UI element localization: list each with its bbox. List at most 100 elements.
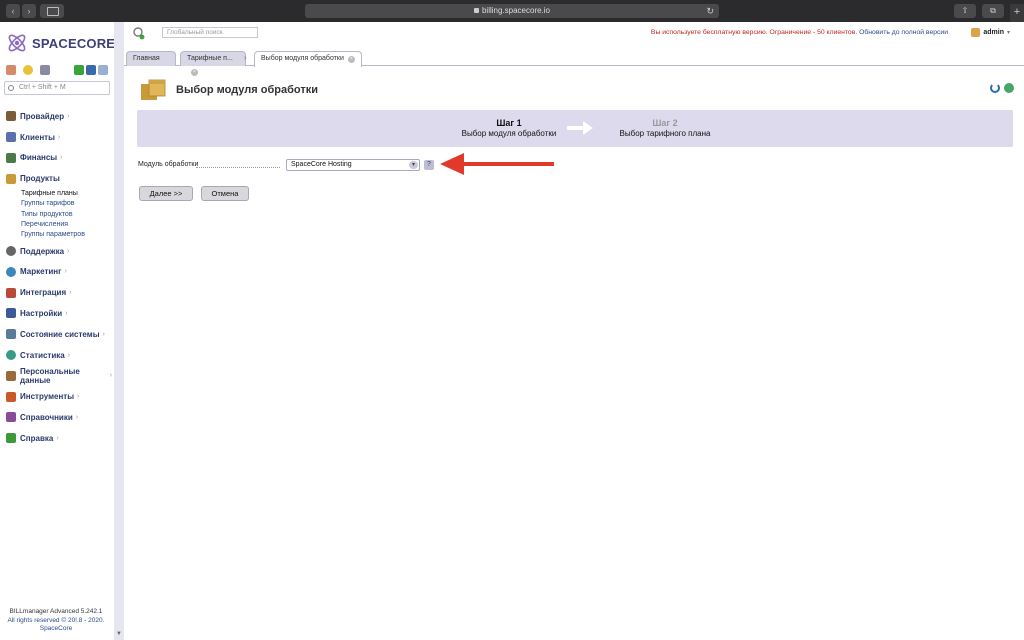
- field-leader-dots: [196, 167, 280, 168]
- system-state-icon: [6, 329, 16, 340]
- chevron-right-icon: ›: [67, 247, 70, 255]
- global-search-input[interactable]: Глобальный поиск: [162, 27, 258, 38]
- submenu-item-enumerations[interactable]: Перечисления: [21, 220, 112, 230]
- tab-bar: Главная Тарифные п...× › Выбор модуля об…: [124, 50, 1024, 76]
- chevron-right-icon: ›: [102, 330, 105, 338]
- share-button[interactable]: ⇧: [954, 4, 976, 18]
- menu-item-references[interactable]: Справочники ›: [6, 407, 112, 428]
- chevron-right-icon: ›: [67, 112, 70, 120]
- statistics-icon: [6, 350, 16, 361]
- pin-icon[interactable]: [98, 65, 108, 75]
- reload-icon[interactable]: ↻: [706, 4, 714, 18]
- menu-item-personal-data[interactable]: Персональные данные ›: [6, 365, 112, 386]
- menu-item-support[interactable]: Поддержка ›: [6, 241, 112, 262]
- clients-icon: [6, 132, 16, 143]
- address-bar[interactable]: billing.spacecore.io ↻: [305, 4, 719, 18]
- chevron-right-icon: ›: [60, 154, 63, 162]
- chevron-right-icon: ›: [244, 53, 247, 62]
- sidebar: SPACECORE Ctrl + Shift + M Провайдер › Кл…: [0, 22, 115, 640]
- tab-home[interactable]: Главная: [126, 51, 176, 66]
- chevron-right-icon: ›: [77, 393, 80, 401]
- wizard-steps: Шаг 1 Выбор модуля обработки Шаг 2 Выбор…: [137, 110, 1013, 147]
- arrow-right-icon: [567, 121, 593, 135]
- menu-item-marketing[interactable]: Маркетинг ›: [6, 261, 112, 282]
- copyright-text[interactable]: All rights reserved © 20!.8 - 2020.: [0, 617, 112, 626]
- menu-item-finance[interactable]: Финансы ›: [6, 148, 112, 169]
- top-bar: Глобальный поиск Вы используете бесплатн…: [124, 22, 1024, 46]
- menu-item-products[interactable]: Продукты: [6, 168, 112, 189]
- submenu-item-tariff-groups[interactable]: Группы тарифов: [21, 199, 112, 209]
- spacecore-logo-icon: [8, 34, 26, 52]
- products-submenu: Тарифные планы Группы тарифов Типы проду…: [6, 189, 112, 240]
- back-button[interactable]: ‹: [6, 4, 20, 18]
- close-icon[interactable]: ×: [347, 56, 355, 63]
- tools-icon: [6, 391, 16, 402]
- chevron-down-icon: ▾: [1006, 30, 1010, 36]
- menu-item-provider[interactable]: Провайдер ›: [6, 106, 112, 127]
- url-text: billing.spacecore.io: [481, 6, 551, 15]
- expand-all-icon[interactable]: [74, 65, 84, 75]
- cancel-button[interactable]: Отмена: [201, 186, 249, 201]
- company-text[interactable]: SpaceCore: [0, 625, 112, 634]
- globe-icon[interactable]: [1004, 83, 1014, 93]
- menu-item-help[interactable]: Справка ›: [6, 428, 112, 449]
- scroll-down-icon[interactable]: ▼: [116, 631, 122, 637]
- menu-search-input[interactable]: Ctrl + Shift + M: [4, 81, 110, 95]
- user-menu[interactable]: admin ▾: [971, 28, 1010, 37]
- sidebar-toolbar: [6, 65, 110, 77]
- menu-item-system-state[interactable]: Состояние системы ›: [6, 324, 112, 345]
- chevron-right-icon: ›: [67, 351, 71, 359]
- wizard-step-1: Шаг 1 Выбор модуля обработки: [439, 118, 579, 138]
- menu-item-settings[interactable]: Настройки ›: [6, 303, 112, 324]
- browser-toolbar: ‹ › billing.spacecore.io ↻ ⇧ ⧉ +: [0, 0, 1024, 22]
- provider-icon: [6, 111, 16, 122]
- module-select[interactable]: SpaceCore Hosting ▾: [286, 159, 420, 171]
- next-button[interactable]: Далее >>: [139, 186, 193, 201]
- module-select-value: SpaceCore Hosting: [291, 161, 352, 168]
- camera-icon[interactable]: [40, 65, 50, 75]
- step-1-title: Шаг 1: [496, 118, 522, 128]
- version-text: BILLmanager Advanced 5.242.1: [9, 608, 103, 615]
- tabs-overview-button[interactable]: ⧉: [982, 4, 1004, 18]
- step-2-desc: Выбор тарифного плана: [619, 129, 711, 138]
- sidebar-scrollbar[interactable]: ▼: [114, 22, 124, 640]
- sidebar-footer: BILLmanager Advanced 5.242.1 All rights …: [0, 608, 112, 634]
- search-icon: [8, 85, 14, 91]
- submenu-item-parameter-groups[interactable]: Группы параметров: [21, 230, 112, 240]
- menu-item-tools[interactable]: Инструменты ›: [6, 386, 112, 407]
- grid-icon[interactable]: [6, 65, 16, 75]
- sidebar-toggle-button[interactable]: [40, 4, 64, 18]
- page-title: Выбор модуля обработки: [176, 84, 318, 96]
- chevron-right-icon: ›: [65, 309, 68, 317]
- brand-name: SPACECORE: [32, 35, 116, 51]
- chevron-right-icon: ›: [64, 268, 67, 276]
- submenu-item-tariff-plans[interactable]: Тарифные планы: [21, 189, 112, 199]
- logo[interactable]: SPACECORE: [6, 30, 115, 56]
- tab-module-selection[interactable]: Выбор модуля обработки ×: [254, 51, 362, 67]
- submenu-item-product-types[interactable]: Типы продуктов: [21, 210, 112, 220]
- main-menu: Провайдер › Клиенты › Финансы › Продукты Та…: [6, 106, 112, 449]
- global-search-icon[interactable]: [132, 26, 146, 40]
- module-field-row: Модуль обработки SpaceCore Hosting ▾ ?: [138, 153, 638, 175]
- warning-text: Вы используете бесплатную версию. Ограни…: [650, 29, 858, 36]
- forward-button[interactable]: ›: [22, 4, 36, 18]
- menu-item-clients[interactable]: Клиенты ›: [6, 127, 112, 148]
- collapse-all-icon[interactable]: [86, 65, 96, 75]
- new-tab-button[interactable]: +: [1010, 4, 1024, 22]
- star-icon[interactable]: [23, 65, 33, 75]
- field-help-icon[interactable]: ?: [424, 160, 434, 170]
- user-avatar-icon: [971, 28, 981, 37]
- tab-tariff-plans[interactable]: Тарифные п...×: [180, 51, 246, 76]
- help-icon: [6, 433, 16, 444]
- box-icon: [141, 79, 166, 100]
- step-1-desc: Выбор модуля обработки: [461, 129, 557, 138]
- upgrade-link[interactable]: Обновить до полной версии: [859, 29, 948, 36]
- license-warning: Вы используете бесплатную версию. Ограни…: [651, 29, 948, 36]
- module-field-label: Модуль обработки: [138, 161, 199, 168]
- products-icon: [6, 173, 16, 184]
- references-icon: [6, 412, 16, 423]
- menu-item-integration[interactable]: Интеграция ›: [6, 282, 112, 303]
- personal-data-icon: [6, 370, 16, 381]
- refresh-icon[interactable]: [990, 83, 1000, 93]
- menu-item-statistics[interactable]: Статистика ›: [6, 345, 112, 366]
